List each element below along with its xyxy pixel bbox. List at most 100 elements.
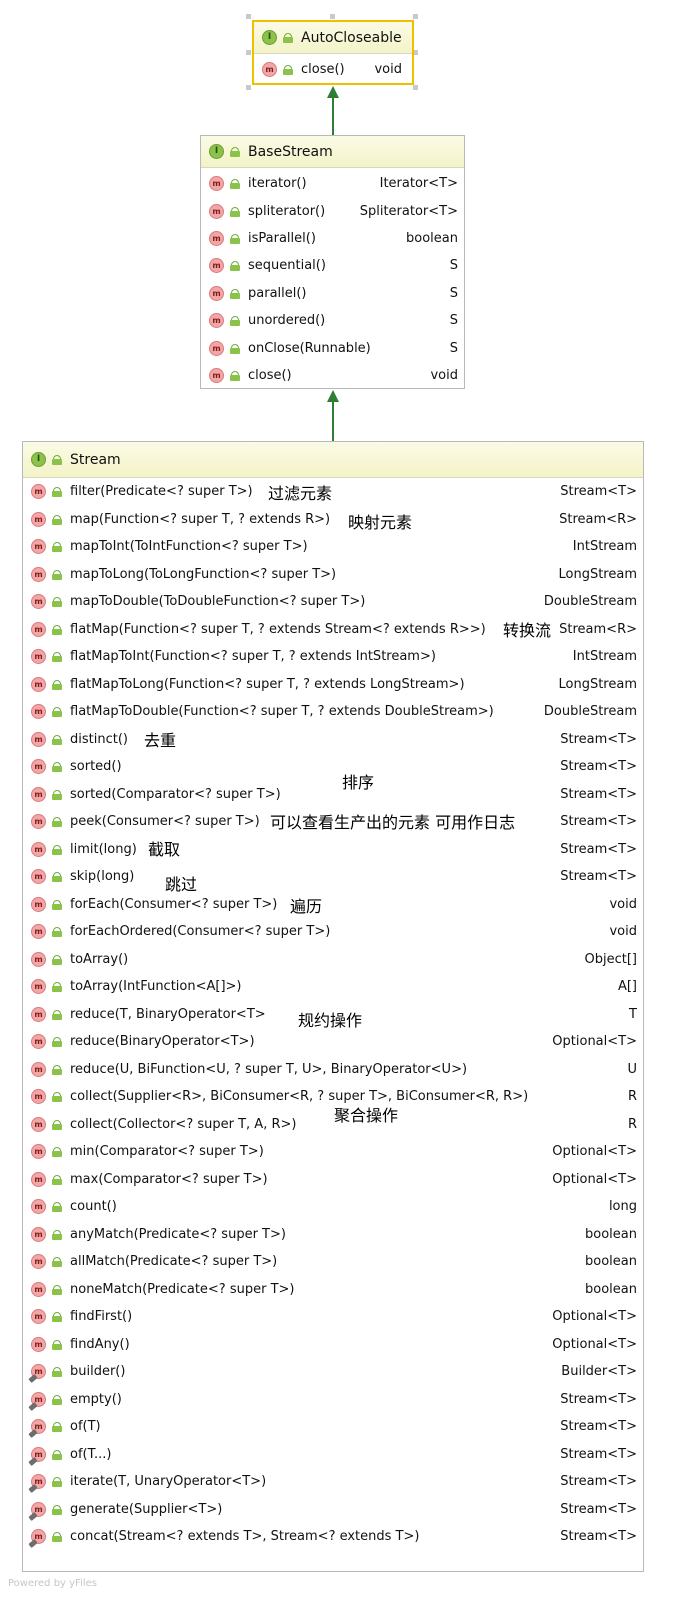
autocloseable-class-box[interactable]: I AutoCloseable m close() void <box>252 20 414 85</box>
static-marker-icon <box>28 1511 38 1521</box>
method-signature: collect(Collector<? super T, A, R>) <box>70 1116 297 1132</box>
public-lock-icon <box>52 734 62 745</box>
public-lock-icon <box>52 1394 62 1405</box>
annotation-peek: 可以查看生产出的元素 可用作日志 <box>270 813 516 832</box>
method-icon: m <box>31 1226 46 1242</box>
selection-handle-mid-left[interactable] <box>246 50 251 55</box>
method-row[interactable]: m sequential() S <box>201 252 464 279</box>
public-lock-icon <box>52 1229 62 1240</box>
method-icon: m <box>209 258 224 274</box>
method-row[interactable]: m reduce(U, BiFunction<U, ? super T, U>, … <box>23 1056 643 1084</box>
selection-handle-bottom-right[interactable] <box>413 85 418 90</box>
method-row[interactable]: m anyMatch(Predicate<? super T>) boolean <box>23 1221 643 1249</box>
method-row[interactable]: m flatMapToLong(Function<? super T, ? ext… <box>23 671 643 699</box>
class-name: BaseStream <box>248 143 333 160</box>
method-row[interactable]: m filter(Predicate<? super T>) Stream<T> <box>23 478 643 506</box>
basestream-class-box[interactable]: I BaseStream m iterator() Iterator<T> m spli… <box>200 135 465 389</box>
method-row[interactable]: m min(Comparator<? super T>) Optional<T> <box>23 1138 643 1166</box>
method-row[interactable]: m spliterator() Spliterator<T> <box>201 197 464 224</box>
public-lock-icon <box>52 1339 62 1350</box>
method-row[interactable]: m generate(Supplier<T>) Stream<T> <box>23 1496 643 1524</box>
method-signature: flatMapToLong(Function<? super T, ? exte… <box>70 676 465 692</box>
class-name: AutoCloseable <box>301 29 402 46</box>
static-method-icon: m <box>28 1364 46 1384</box>
method-row[interactable]: m collect(Collector<? super T, A, R>) R <box>23 1111 643 1139</box>
method-row[interactable]: m isParallel() boolean <box>201 225 464 252</box>
selection-handle-top-right[interactable] <box>413 14 418 19</box>
method-row[interactable]: m flatMapToInt(Function<? super T, ? exte… <box>23 643 643 671</box>
method-signature: empty() <box>70 1391 122 1407</box>
method-icon: m <box>31 539 46 555</box>
method-row[interactable]: m mapToLong(ToLongFunction<? super T>) Lon… <box>23 561 643 589</box>
method-row[interactable]: m parallel() S <box>201 280 464 307</box>
method-row[interactable]: m unordered() S <box>201 307 464 334</box>
static-marker-icon <box>28 1429 38 1439</box>
method-row[interactable]: m mapToDouble(ToDoubleFunction<? super T>… <box>23 588 643 616</box>
method-icon: m <box>31 979 46 995</box>
interface-icon: I <box>31 452 46 467</box>
method-icon: m <box>209 285 224 301</box>
method-row[interactable]: m toArray(IntFunction<A[]>) A[] <box>23 973 643 1001</box>
basestream-header[interactable]: I BaseStream <box>201 136 464 168</box>
method-row[interactable]: m of(T...) Stream<T> <box>23 1441 643 1469</box>
autocloseable-header[interactable]: I AutoCloseable <box>254 22 412 54</box>
method-row[interactable]: m count() long <box>23 1193 643 1221</box>
method-return-type: Stream<T> <box>560 1446 637 1462</box>
public-lock-icon <box>230 233 240 244</box>
method-row[interactable]: m forEach(Consumer<? super T>) void <box>23 891 643 919</box>
public-lock-icon <box>283 33 293 43</box>
method-row[interactable]: m builder() Builder<T> <box>23 1358 643 1386</box>
selection-handle-top-mid[interactable] <box>330 14 335 19</box>
public-lock-icon <box>52 1257 62 1268</box>
method-row[interactable]: m distinct() Stream<T> <box>23 726 643 754</box>
method-row[interactable]: m of(T) Stream<T> <box>23 1413 643 1441</box>
method-row[interactable]: m map(Function<? super T, ? extends R>) St… <box>23 506 643 534</box>
public-lock-icon <box>52 789 62 800</box>
method-return-type: Stream<R> <box>559 511 637 527</box>
method-row[interactable]: m sorted(Comparator<? super T>) Stream<T> <box>23 781 643 809</box>
method-row[interactable]: m flatMapToDouble(Function<? super T, ? e… <box>23 698 643 726</box>
method-row[interactable]: m mapToInt(ToIntFunction<? super T>) IntSt… <box>23 533 643 561</box>
method-row[interactable]: m limit(long) Stream<T> <box>23 836 643 864</box>
method-row[interactable]: m max(Comparator<? super T>) Optional<T> <box>23 1166 643 1194</box>
method-icon: m <box>31 566 46 582</box>
static-method-icon: m <box>28 1446 46 1466</box>
static-method-icon: m <box>28 1419 46 1439</box>
method-row[interactable]: m sorted() Stream<T> <box>23 753 643 781</box>
method-signature: onClose(Runnable) <box>248 340 371 356</box>
public-lock-icon <box>52 1312 62 1323</box>
method-icon: m <box>209 367 224 383</box>
method-row[interactable]: m collect(Supplier<R>, BiConsumer<R, ? su… <box>23 1083 643 1111</box>
method-signature: of(T) <box>70 1419 101 1435</box>
method-row[interactable]: m skip(long) Stream<T> <box>23 863 643 891</box>
method-row[interactable]: m forEachOrdered(Consumer<? super T>) void <box>23 918 643 946</box>
selection-handle-bottom-left[interactable] <box>246 85 251 90</box>
method-icon: m <box>31 1144 46 1160</box>
stream-header[interactable]: I Stream <box>23 442 643 478</box>
method-row[interactable]: m onClose(Runnable) S <box>201 334 464 361</box>
method-row[interactable]: m close() void <box>254 54 412 84</box>
method-row[interactable]: m findAny() Optional<T> <box>23 1331 643 1359</box>
method-row[interactable]: m toArray() Object[] <box>23 946 643 974</box>
method-row[interactable]: m reduce(BinaryOperator<T>) Optional<T> <box>23 1028 643 1056</box>
method-return-type: S <box>449 313 458 329</box>
method-row[interactable]: m empty() Stream<T> <box>23 1386 643 1414</box>
method-row[interactable]: m close() void <box>201 362 464 389</box>
method-row[interactable]: m findFirst() Optional<T> <box>23 1303 643 1331</box>
public-lock-icon <box>52 569 62 580</box>
method-row[interactable]: m allMatch(Predicate<? super T>) boolean <box>23 1248 643 1276</box>
selection-handle-top-left[interactable] <box>246 14 251 19</box>
method-row[interactable]: m iterator() Iterator<T> <box>201 170 464 197</box>
public-lock-icon <box>52 954 62 965</box>
method-row[interactable]: m iterate(T, UnaryOperator<T>) Stream<T> <box>23 1468 643 1496</box>
method-row[interactable]: m concat(Stream<? extends T>, Stream<? ex… <box>23 1523 643 1551</box>
method-return-type: Optional<T> <box>552 1309 637 1325</box>
method-icon: m <box>31 1309 46 1325</box>
basestream-method-list: m iterator() Iterator<T> m spliterator() Spli… <box>201 168 464 389</box>
method-signature: findFirst() <box>70 1309 133 1325</box>
annotation-reduce: 规约操作 <box>298 1011 363 1030</box>
method-return-type: Optional<T> <box>552 1171 637 1187</box>
method-signature: mapToInt(ToIntFunction<? super T>) <box>70 539 308 555</box>
annotation-collect: 聚合操作 <box>334 1106 399 1125</box>
method-row[interactable]: m noneMatch(Predicate<? super T>) boolean <box>23 1276 643 1304</box>
